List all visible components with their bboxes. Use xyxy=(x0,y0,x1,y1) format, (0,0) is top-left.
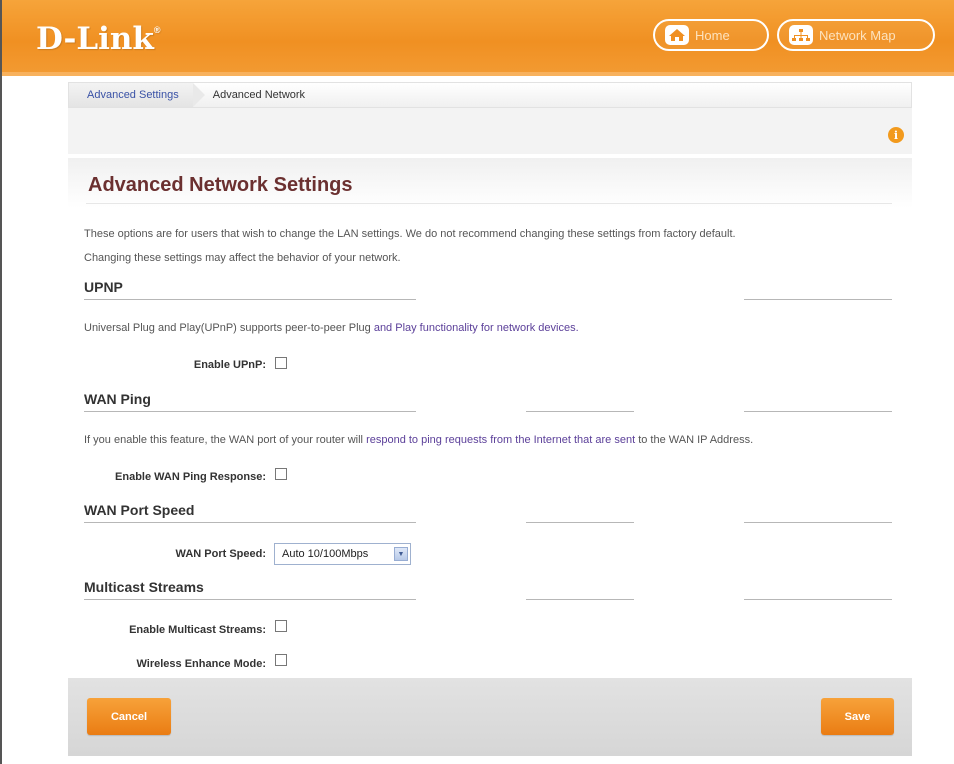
enable-upnp-label: Enable UPnP: xyxy=(193,359,266,371)
enable-wan-ping-checkbox[interactable] xyxy=(275,468,287,480)
wan-ping-description: If you enable this feature, the WAN port… xyxy=(84,434,754,446)
save-button[interactable]: Save xyxy=(821,698,894,735)
dropdown-arrow-icon[interactable]: ▼ xyxy=(394,547,408,561)
top-header: D-Link® Home Network Map xyxy=(2,0,954,76)
wan-port-speed-heading: WAN Port Speed xyxy=(84,502,195,518)
info-bar: i xyxy=(68,108,912,154)
upnp-description: Universal Plug and Play(UPnP) supports p… xyxy=(84,322,579,334)
cancel-button[interactable]: Cancel xyxy=(87,698,171,735)
network-map-button-label: Network Map xyxy=(819,27,896,43)
dlink-logo: D-Link® xyxy=(36,21,161,57)
panel-header: Advanced Network Settings xyxy=(68,158,912,208)
breadcrumb-advanced-network: Advanced Network xyxy=(212,89,306,101)
settings-panel: Advanced Network Settings These options … xyxy=(68,158,912,678)
wan-port-speed-label: WAN Port Speed: xyxy=(175,548,266,560)
wan-ping-heading: WAN Ping xyxy=(84,391,151,407)
home-button-label: Home xyxy=(695,27,730,43)
enable-upnp-checkbox[interactable] xyxy=(275,357,287,369)
breadcrumb: Advanced Settings Advanced Network xyxy=(68,82,912,108)
multicast-heading: Multicast Streams xyxy=(84,579,204,595)
wireless-enhance-label: Wireless Enhance Mode: xyxy=(136,658,267,670)
enable-multicast-label: Enable Multicast Streams: xyxy=(129,624,266,636)
upnp-heading: UPNP xyxy=(84,279,123,295)
network-map-icon xyxy=(789,25,813,45)
enable-multicast-checkbox[interactable] xyxy=(275,620,287,632)
home-button[interactable]: Home xyxy=(653,19,769,51)
network-map-button[interactable]: Network Map xyxy=(777,19,935,51)
wireless-enhance-checkbox[interactable] xyxy=(275,654,287,666)
enable-wan-ping-label: Enable WAN Ping Response: xyxy=(115,471,266,483)
breadcrumb-advanced-settings[interactable]: Advanced Settings xyxy=(69,83,205,107)
router-admin-page: D-Link® Home Network Map Advanced Settin… xyxy=(0,0,954,764)
action-footer: Cancel Save xyxy=(68,678,912,756)
wan-port-speed-value: Auto 10/100Mbps xyxy=(282,548,369,560)
page-description: These options are for users that wish to… xyxy=(84,228,736,264)
wan-port-speed-select[interactable]: Auto 10/100Mbps ▼ xyxy=(274,543,411,565)
page-title: Advanced Network Settings xyxy=(88,174,353,196)
home-icon xyxy=(665,25,689,45)
info-icon[interactable]: i xyxy=(888,127,904,143)
